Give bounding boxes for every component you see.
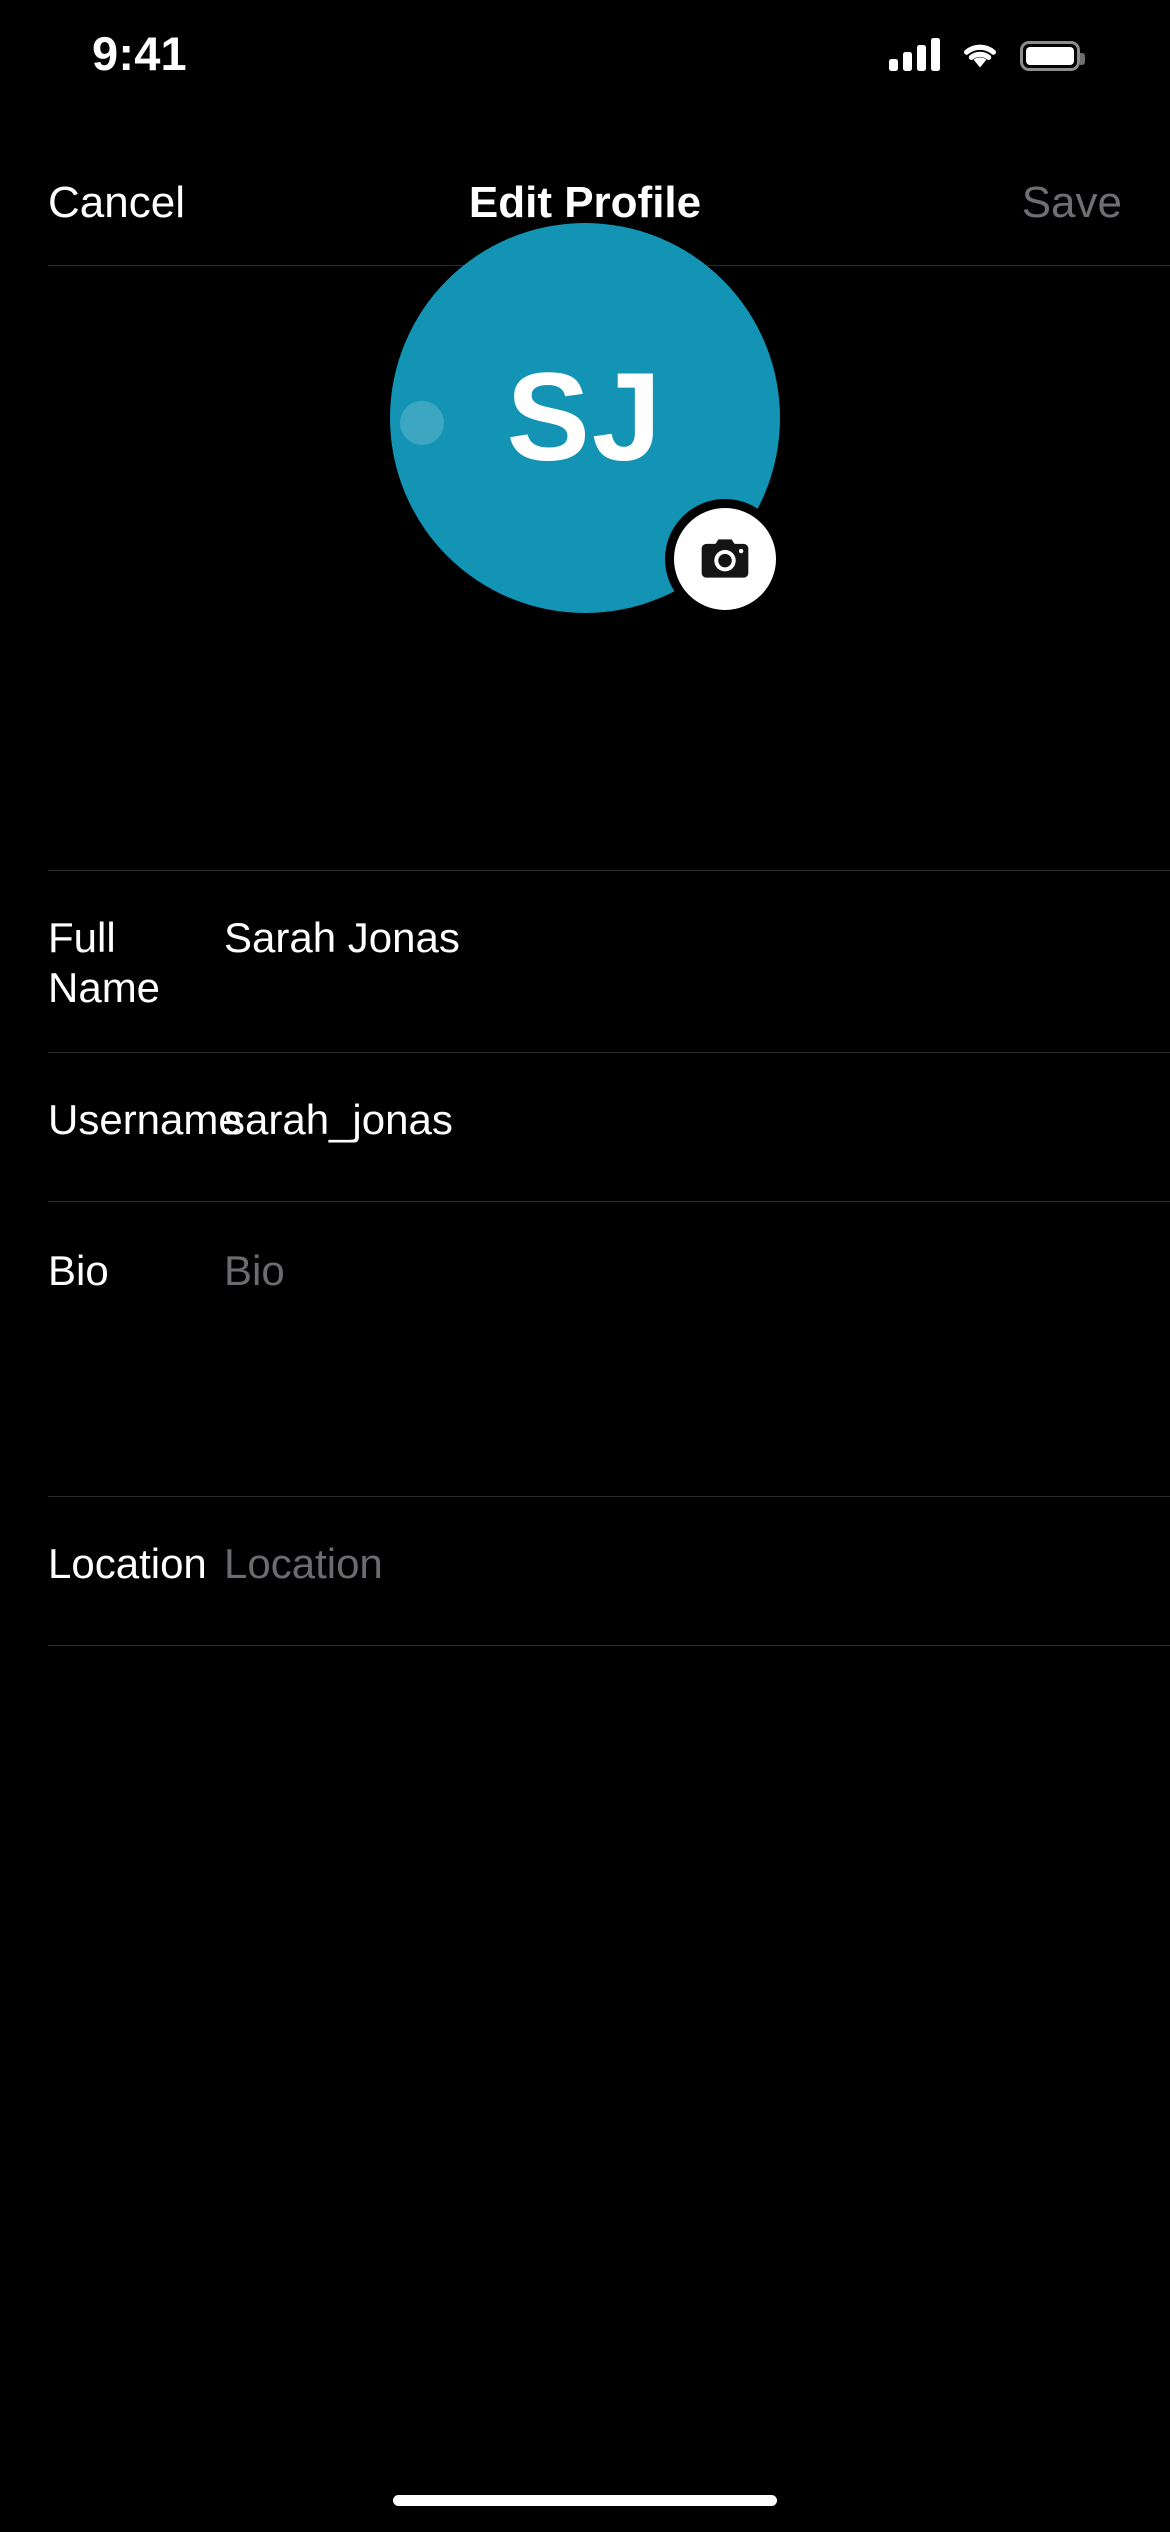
avatar-highlight-dot <box>400 400 444 445</box>
home-indicator[interactable] <box>393 2495 777 2506</box>
edit-profile-screen: 9:41 Cancel Edit Profile Save SJ Full Na… <box>0 0 1170 2532</box>
location-input[interactable]: Location <box>224 1537 1122 1589</box>
location-label: Location <box>48 1540 207 1588</box>
save-button[interactable]: Save <box>1022 181 1122 225</box>
battery-icon <box>1020 41 1085 71</box>
form-row-location[interactable]: Location Location <box>0 1497 1170 1645</box>
username-input[interactable]: sarah_jonas <box>224 1093 1122 1145</box>
avatar-section: SJ <box>0 222 1170 619</box>
battery-level-fill <box>1026 47 1074 65</box>
form-row-username[interactable]: Username sarah_jonas <box>0 1053 1170 1201</box>
page-title: Edit Profile <box>468 178 702 227</box>
status-bar-indicators <box>889 37 1085 71</box>
wifi-icon <box>958 38 1002 71</box>
divider <box>48 1645 1170 1647</box>
form-row-full-name[interactable]: Full Name Sarah Jonas <box>0 871 1170 1052</box>
form-row-bio[interactable]: Bio Bio <box>0 1202 1170 1496</box>
full-name-input[interactable]: Sarah Jonas <box>224 911 1122 963</box>
change-photo-button[interactable] <box>665 498 785 619</box>
avatar-wrapper: SJ <box>390 222 785 619</box>
status-bar-time: 9:41 <box>92 26 187 80</box>
full-name-label: Full Name <box>48 914 161 1011</box>
bio-label: Bio <box>48 1247 109 1295</box>
username-label: Username <box>48 1096 242 1144</box>
camera-icon <box>697 531 753 587</box>
signal-bars-icon <box>889 37 940 71</box>
bio-input[interactable]: Bio <box>224 1244 1122 1296</box>
status-bar: 9:41 <box>0 0 1170 100</box>
profile-form: Full Name Sarah Jonas Username sarah_jon… <box>0 870 1170 1647</box>
avatar-initials: SJ <box>506 348 664 487</box>
